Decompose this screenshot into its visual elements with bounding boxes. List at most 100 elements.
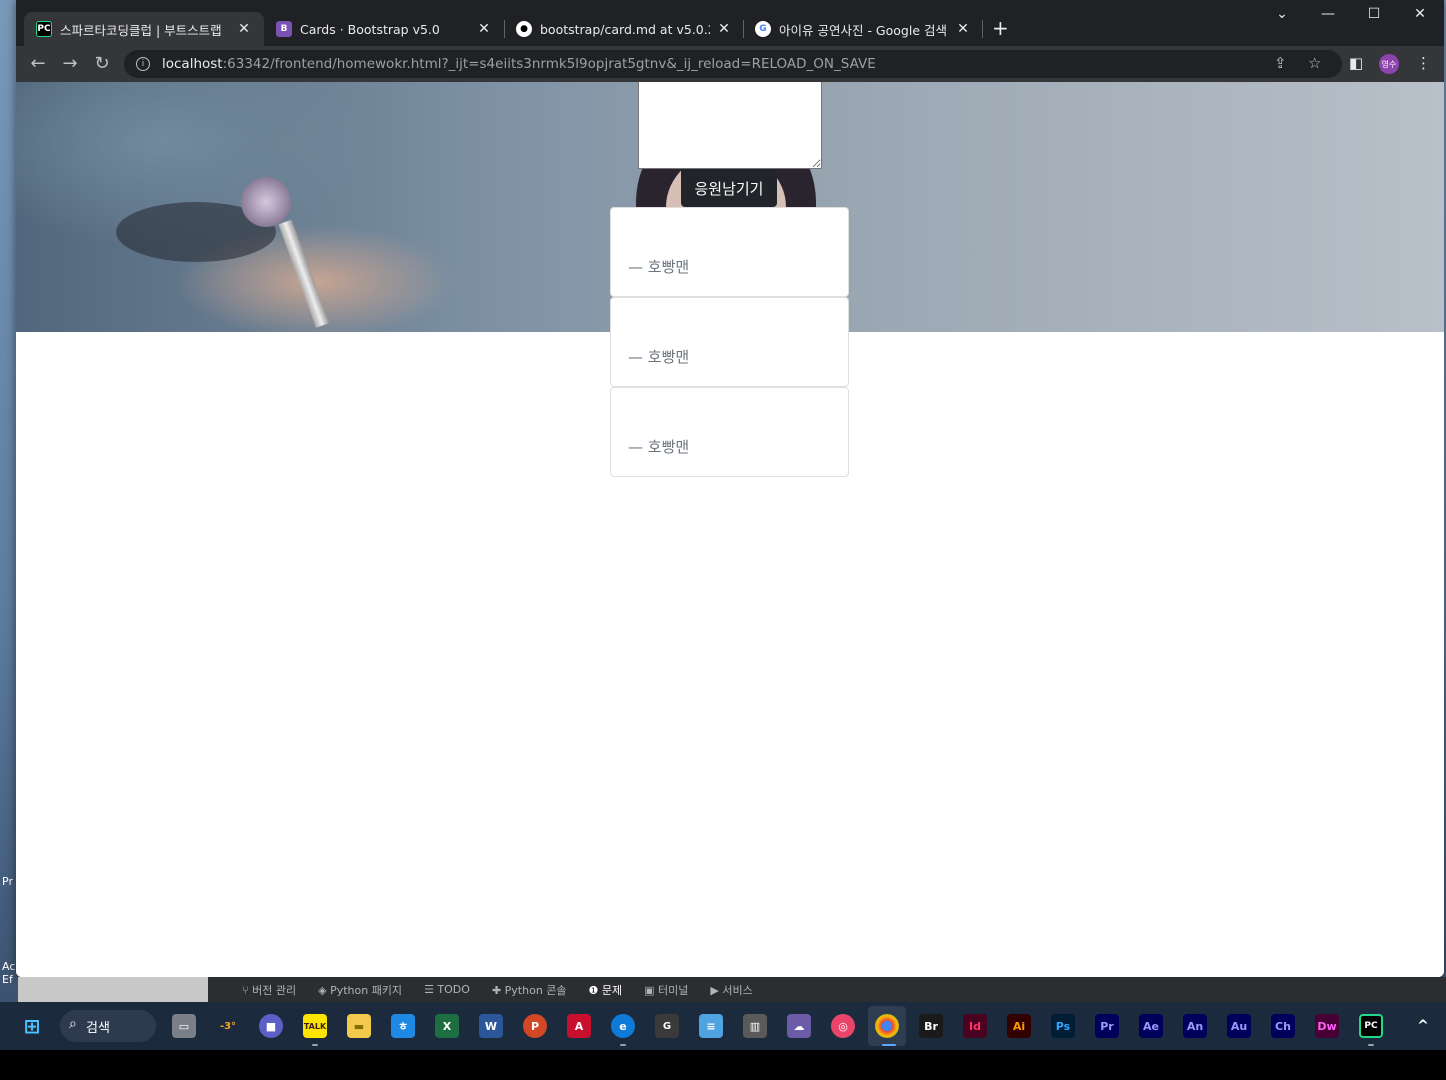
google-icon: G xyxy=(755,21,771,37)
cheer-submit-button[interactable]: 응원남기기 xyxy=(681,169,777,207)
excel-icon[interactable]: X xyxy=(435,1014,459,1038)
running-indicator xyxy=(882,1044,896,1046)
url-path: :63342/frontend/homewokr.html?_ijt=s4eii… xyxy=(222,56,876,72)
illustrator-icon[interactable]: Ai xyxy=(1007,1014,1031,1038)
window-close-icon[interactable]: ✕ xyxy=(1405,6,1435,22)
dreamweaver-icon[interactable]: Dw xyxy=(1315,1014,1339,1038)
tab-strip: PC 스파르타코딩클럽 | 부트스트랩 ✕ B Cards · Bootstra… xyxy=(16,0,1444,46)
task-view-icon[interactable]: ▭ xyxy=(172,1014,196,1038)
browser-window: PC 스파르타코딩클럽 | 부트스트랩 ✕ B Cards · Bootstra… xyxy=(16,0,1444,977)
tab-search-chevron-icon[interactable]: ⌄ xyxy=(1267,6,1297,22)
creative-cloud-icon[interactable]: ◎ xyxy=(831,1014,855,1038)
profile-avatar[interactable]: 영수 xyxy=(1379,54,1399,74)
site-info-icon[interactable]: i xyxy=(136,57,150,71)
ide-tool-python-packages[interactable]: ◈ Python 패키지 xyxy=(318,982,402,998)
after-effects-icon[interactable]: Ae xyxy=(1139,1014,1163,1038)
close-icon[interactable]: ✕ xyxy=(476,21,492,37)
bridge-icon[interactable]: Br xyxy=(919,1014,943,1038)
close-icon[interactable]: ✕ xyxy=(236,21,252,37)
page-viewport: 응원남기기 — 호빵맨 — 호빵맨 — 호빵맨 xyxy=(16,82,1444,977)
cheer-card: — 호빵맨 xyxy=(610,207,849,297)
gom-icon[interactable]: G xyxy=(655,1014,679,1038)
windows-start-icon[interactable]: ⊞ xyxy=(20,1014,44,1038)
tab-title: bootstrap/card.md at v5.0.2 · tw xyxy=(540,21,710,37)
tab-title: 스파르타코딩클럽 | 부트스트랩 xyxy=(60,22,222,38)
tab-github[interactable]: ● bootstrap/card.md at v5.0.2 · tw ✕ xyxy=(504,12,744,46)
animate-icon[interactable]: An xyxy=(1183,1014,1207,1038)
cheer-textarea[interactable] xyxy=(638,82,822,169)
running-indicator xyxy=(620,1044,626,1046)
acrobat-icon[interactable]: A xyxy=(567,1014,591,1038)
audition-icon[interactable]: Au xyxy=(1227,1014,1251,1038)
tray-chevron-up-icon[interactable]: ^ xyxy=(1411,1014,1435,1038)
photoshop-icon[interactable]: Ps xyxy=(1051,1014,1075,1038)
close-icon[interactable]: ✕ xyxy=(955,21,971,37)
ide-tool-problems[interactable]: ❶ 문제 xyxy=(589,982,623,998)
side-panel-icon[interactable]: ◧ xyxy=(1349,54,1363,72)
card-footer: — 호빵맨 xyxy=(628,258,690,276)
hero-microphone xyxy=(241,177,291,227)
browser-toolbar: ← → ↻ i localhost:63342/frontend/homewok… xyxy=(16,46,1444,82)
cloud-app-icon[interactable]: ☁ xyxy=(787,1014,811,1038)
new-tab-plus-icon[interactable]: + xyxy=(992,16,1009,40)
cheer-card: — 호빵맨 xyxy=(610,297,849,387)
ide-tool-terminal[interactable]: ▣ 터미널 xyxy=(644,982,688,998)
teams-chat-icon[interactable]: ■ xyxy=(259,1014,283,1038)
notepad-icon[interactable]: ≡ xyxy=(699,1014,723,1038)
tab-bootstrap-cards[interactable]: B Cards · Bootstrap v5.0 ✕ xyxy=(264,12,504,46)
premiere-icon[interactable]: Pr xyxy=(1095,1014,1119,1038)
weather-icon[interactable]: -3° xyxy=(216,1014,240,1038)
address-bar[interactable]: i localhost:63342/frontend/homewokr.html… xyxy=(124,50,1342,78)
tab-title: 아이유 공연사진 - Google 검색 xyxy=(779,22,947,38)
card-footer: — 호빵맨 xyxy=(628,438,690,456)
desktop-label: Pr xyxy=(2,875,13,888)
kakaotalk-icon[interactable]: TALK xyxy=(303,1014,327,1038)
tab-sparta[interactable]: PC 스파르타코딩클럽 | 부트스트랩 ✕ xyxy=(24,12,264,46)
screen-bottom-bar xyxy=(0,1050,1446,1080)
url-host: localhost xyxy=(162,56,223,72)
running-indicator xyxy=(1368,1044,1374,1046)
bootstrap-icon: B xyxy=(276,21,292,37)
close-icon[interactable]: ✕ xyxy=(716,21,732,37)
word-icon[interactable]: W xyxy=(479,1014,503,1038)
audio-editor-icon[interactable]: ▥ xyxy=(743,1014,767,1038)
more-menu-icon[interactable]: ⋮ xyxy=(1416,54,1431,72)
chrome-icon[interactable] xyxy=(875,1014,899,1038)
search-icon: ⌕ xyxy=(69,1016,77,1032)
powerpoint-icon[interactable]: P xyxy=(523,1014,547,1038)
windows-taskbar: ⊞ ⌕ 검색 ▭ -3° ■ TALK ▬ ㅎ X W P A e G ≡ ▥ … xyxy=(0,1002,1446,1050)
github-icon: ● xyxy=(516,21,532,37)
tab-title: Cards · Bootstrap v5.0 xyxy=(300,21,440,37)
tab-google-search[interactable]: G 아이유 공연사진 - Google 검색 ✕ xyxy=(743,12,983,46)
character-animator-icon[interactable]: Ch xyxy=(1271,1014,1295,1038)
ide-tool-services[interactable]: ▶ 서비스 xyxy=(710,982,752,998)
edge-icon[interactable]: e xyxy=(611,1014,635,1038)
back-arrow-icon[interactable]: ← xyxy=(26,53,50,74)
cheer-card-list: — 호빵맨 — 호빵맨 — 호빵맨 xyxy=(610,207,849,477)
taskbar-search[interactable]: ⌕ 검색 xyxy=(60,1010,156,1042)
forward-arrow-icon[interactable]: → xyxy=(58,53,82,74)
bookmark-star-icon[interactable]: ☆ xyxy=(1308,54,1321,72)
tab-separator xyxy=(982,20,983,38)
minimize-icon[interactable]: — xyxy=(1313,6,1343,22)
file-explorer-icon[interactable]: ▬ xyxy=(347,1014,371,1038)
ide-project-panel xyxy=(18,977,208,1002)
cheer-card: — 호빵맨 xyxy=(610,387,849,477)
pycharm-icon: PC xyxy=(36,21,52,37)
card-footer: — 호빵맨 xyxy=(628,348,690,366)
share-icon[interactable]: ⇪ xyxy=(1274,54,1287,72)
indesign-icon[interactable]: Id xyxy=(963,1014,987,1038)
desktop-label: Ac xyxy=(2,960,16,973)
reload-icon[interactable]: ↻ xyxy=(90,53,114,74)
taskbar-search-label: 검색 xyxy=(86,1020,110,1036)
running-indicator xyxy=(312,1044,318,1046)
pycharm-taskbar-icon[interactable]: PC xyxy=(1359,1014,1383,1038)
hero-mic-stand xyxy=(278,219,330,328)
ide-tool-window-bar: ⑂ 버전 관리 ◈ Python 패키지 ☰ TODO ✚ Python 콘솔 … xyxy=(208,977,1446,1002)
desktop-label: Ef xyxy=(2,973,13,986)
ide-tool-todo[interactable]: ☰ TODO xyxy=(424,983,470,996)
ide-tool-vcs[interactable]: ⑂ 버전 관리 xyxy=(242,982,296,998)
hancom-icon[interactable]: ㅎ xyxy=(391,1014,415,1038)
ide-tool-python-console[interactable]: ✚ Python 콘솔 xyxy=(492,982,567,998)
maximize-icon[interactable]: ☐ xyxy=(1359,6,1389,22)
